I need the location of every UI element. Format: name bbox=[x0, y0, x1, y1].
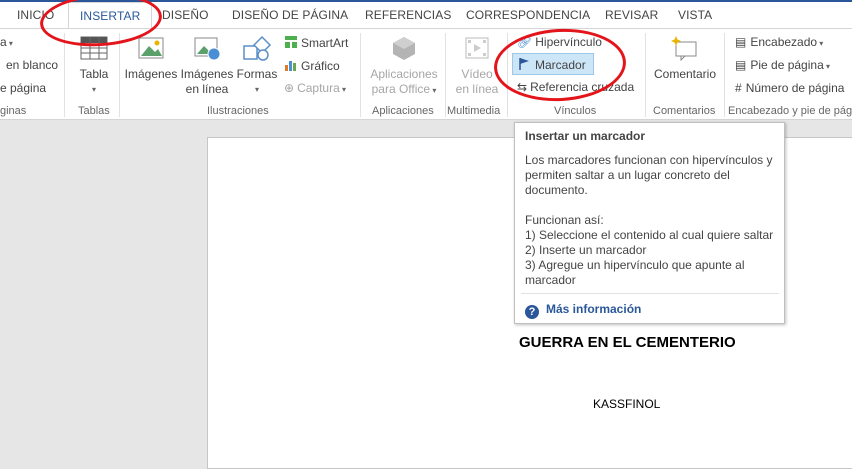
document-author: KASSFINOL bbox=[593, 397, 661, 411]
page-number-icon: # bbox=[735, 81, 742, 95]
header-icon: ▤ bbox=[735, 35, 747, 49]
picture-icon bbox=[138, 37, 164, 59]
group-separator bbox=[360, 33, 361, 117]
tab-revisar[interactable]: REVISAR bbox=[605, 8, 658, 22]
chart-button[interactable]: Gráfico bbox=[284, 58, 340, 73]
group-separator bbox=[119, 33, 120, 117]
tooltip-title: Insertar un marcador bbox=[525, 129, 646, 143]
tab-diseno[interactable]: DISEÑO bbox=[162, 8, 209, 22]
group-label-illustrations: Ilustraciones bbox=[207, 105, 269, 117]
shapes-button[interactable]: Formas ▾ bbox=[236, 35, 278, 97]
tab-correspondencia[interactable]: CORRESPONDENCIA bbox=[466, 8, 590, 22]
group-label-apps: Aplicaciones bbox=[372, 105, 434, 117]
blank-page-button[interactable]: en blanco bbox=[6, 58, 58, 72]
group-label-pages: ginas bbox=[0, 105, 27, 117]
screenshot-button[interactable]: ⊕ Captura ▾ bbox=[284, 81, 346, 95]
video-icon bbox=[465, 37, 489, 59]
store-cube-icon bbox=[393, 37, 415, 60]
group-label-links: Vínculos bbox=[554, 105, 597, 117]
comment-button[interactable]: Comentario bbox=[651, 35, 719, 82]
document-title: GUERRA EN EL CEMENTERIO bbox=[519, 334, 736, 351]
apps-for-office-button[interactable]: Aplicaciones para Office ▾ bbox=[366, 35, 442, 98]
screenshot-icon: ⊕ bbox=[284, 81, 295, 95]
group-label-media: Multimedia bbox=[447, 105, 501, 117]
group-label-tables: Tablas bbox=[78, 105, 110, 117]
tab-vista[interactable]: VISTA bbox=[678, 8, 712, 22]
new-comment-icon bbox=[671, 36, 697, 61]
smartart-icon bbox=[285, 36, 297, 48]
help-icon: ? bbox=[525, 305, 539, 319]
group-separator bbox=[724, 33, 725, 117]
header-button[interactable]: ▤ Encabezado ▾ bbox=[735, 35, 823, 49]
footer-icon: ▤ bbox=[735, 58, 747, 72]
tab-diseno-pagina[interactable]: DISEÑO DE PÁGINA bbox=[232, 8, 348, 22]
online-images-button[interactable]: Imágenes en línea bbox=[180, 35, 234, 97]
tooltip-divider bbox=[521, 293, 779, 294]
group-separator bbox=[64, 33, 65, 117]
images-button[interactable]: Imágenes bbox=[124, 35, 178, 82]
tab-referencias[interactable]: REFERENCIAS bbox=[365, 8, 451, 22]
page-number-button[interactable]: # Número de página bbox=[735, 81, 844, 95]
chart-icon bbox=[285, 61, 296, 71]
cover-page-button[interactable]: a ▾ bbox=[0, 35, 13, 49]
smartart-button[interactable]: SmartArt bbox=[284, 35, 348, 50]
shapes-icon bbox=[243, 35, 272, 61]
page-break-button[interactable]: e página bbox=[0, 81, 46, 95]
footer-button[interactable]: ▤ Pie de página ▾ bbox=[735, 58, 830, 72]
group-label-comments: Comentarios bbox=[653, 105, 716, 117]
table-dropdown-caret: ▾ bbox=[91, 85, 96, 94]
online-picture-icon bbox=[194, 37, 221, 61]
more-info-link[interactable]: ? Más información bbox=[525, 302, 641, 319]
shapes-dropdown-caret: ▾ bbox=[254, 85, 259, 94]
group-label-header-footer: Encabezado y pie de pág bbox=[728, 105, 852, 117]
bookmark-tooltip: Insertar un marcador Los marcadores func… bbox=[514, 122, 785, 324]
tooltip-body: Los marcadores funcionan con hipervíncul… bbox=[525, 153, 774, 287]
group-separator bbox=[445, 33, 446, 117]
group-separator bbox=[645, 33, 646, 117]
